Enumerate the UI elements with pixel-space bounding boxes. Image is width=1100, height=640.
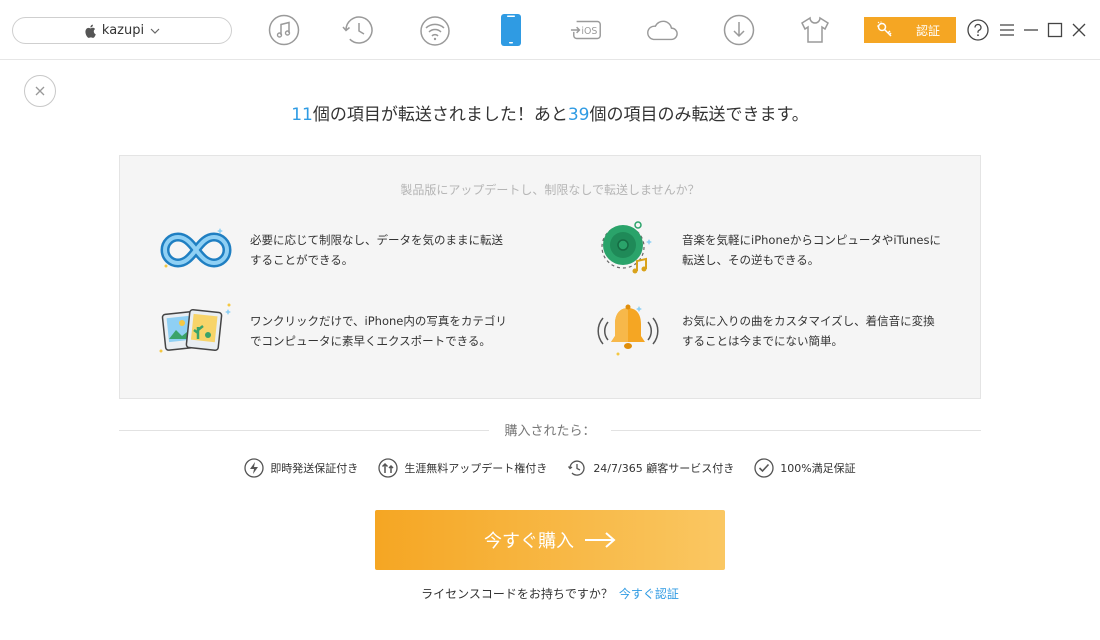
svg-text:iOS: iOS xyxy=(581,26,597,37)
feature-panel: 製品版にアップデートし、制限なしで転送しませんか？ 必要に応じて制限なし、データ… xyxy=(119,155,981,399)
transferred-count: 11 xyxy=(291,105,313,125)
apple-icon xyxy=(85,24,96,38)
device-selector[interactable]: kazupi xyxy=(12,17,232,44)
feature-unlimited-transfer: 必要に応じて制限なし、データを気のままに転送することができる。 xyxy=(158,220,512,280)
minimize-icon[interactable] xyxy=(1020,18,1042,42)
history-icon[interactable] xyxy=(341,12,375,48)
benefit-text: 24/7/365 顧客サービス付き xyxy=(593,462,735,475)
infinity-icon xyxy=(158,220,234,280)
benefit-text: 100%満足保証 xyxy=(780,462,856,475)
feature-text: 必要に応じて制限なし、データを気のままに転送することができる。 xyxy=(250,233,503,267)
checkmark-icon xyxy=(754,458,774,478)
feature-text: 音楽を気軽にiPhoneからコンピュータやiTunesに転送し、その逆もできる。 xyxy=(682,233,941,267)
buy-now-label: 今すぐ購入 xyxy=(484,531,574,552)
clock-icon xyxy=(568,460,585,476)
arrow-right-icon xyxy=(585,532,616,548)
benefit-list: 即時発送保証付き 生涯無料アップデート権付き 24/7/365 顧客サービス付き… xyxy=(0,458,1100,478)
benefit-item: 生涯無料アップデート権付き xyxy=(378,458,547,478)
benefit-item: 100%満足保証 xyxy=(754,458,856,478)
activate-label: 認証 xyxy=(916,23,941,38)
benefit-text: 生涯無料アップデート権付き xyxy=(404,462,548,475)
ringtone-bell-icon xyxy=(590,301,666,361)
update-arrows-icon xyxy=(378,458,398,478)
benefit-item: 24/7/365 顧客サービス付き xyxy=(567,458,734,478)
menu-icon[interactable] xyxy=(996,18,1018,42)
benefit-text: 即時発送保証付き xyxy=(270,462,359,475)
close-icon xyxy=(35,86,45,96)
headline-part2: 個の項目のみ転送できます。 xyxy=(589,105,809,125)
divider-line-right xyxy=(611,430,981,431)
purchase-divider: 購入されたら： xyxy=(119,420,981,440)
feature-ringtone-maker: お気に入りの曲をカスタマイズし、着信音に変換することは今までにない簡単。 xyxy=(590,301,944,361)
lightning-icon xyxy=(244,458,264,478)
wifi-icon[interactable] xyxy=(418,12,452,48)
music-disc-icon xyxy=(590,220,666,280)
headline-part1: 個の項目が転送されました！あと xyxy=(312,105,568,125)
panel-subtitle: 製品版にアップデートし、制限なしで転送しませんか？ xyxy=(400,183,700,197)
benefit-item: 即時発送保証付き xyxy=(244,458,358,478)
activate-now-link[interactable]: 今すぐ認証 xyxy=(619,587,679,601)
device-name: kazupi xyxy=(101,23,145,38)
photos-icon xyxy=(158,301,234,361)
feature-text: ワンクリックだけで、iPhone内の写真をカテゴリでコンピュータに素早くエクスポ… xyxy=(250,314,507,348)
transfer-limit-headline: 11個の項目が転送されました！あと39個の項目のみ転送できます。 xyxy=(0,100,1100,125)
top-toolbar: kazupi iOS 認証 xyxy=(0,0,1100,60)
iphone-icon[interactable] xyxy=(494,12,528,48)
close-icon[interactable] xyxy=(1068,18,1090,42)
feature-photo-export: ワンクリックだけで、iPhone内の写真をカテゴリでコンピュータに素早くエクスポ… xyxy=(158,301,512,361)
chevron-down-icon xyxy=(150,28,160,34)
activate-button[interactable]: 認証 xyxy=(864,17,956,43)
cloud-icon[interactable] xyxy=(645,12,679,48)
download-icon[interactable] xyxy=(722,12,756,48)
help-icon[interactable] xyxy=(967,18,989,42)
tshirt-icon[interactable] xyxy=(798,12,832,48)
ios-update-icon[interactable]: iOS xyxy=(570,12,604,48)
feature-music-transfer: 音楽を気軽にiPhoneからコンピュータやiTunesに転送し、その逆もできる。 xyxy=(590,220,944,280)
key-icon xyxy=(877,21,892,37)
remaining-count: 39 xyxy=(567,105,590,125)
maximize-icon[interactable] xyxy=(1044,18,1066,42)
buy-now-button[interactable]: 今すぐ購入 xyxy=(375,510,725,570)
license-row: ライセンスコードをお持ちですか？ 今すぐ認証 xyxy=(0,585,1100,602)
music-icon[interactable] xyxy=(267,12,301,48)
feature-text: お気に入りの曲をカスタマイズし、着信音に変換することは今までにない簡単。 xyxy=(682,314,935,348)
license-question: ライセンスコードをお持ちですか？ xyxy=(421,587,613,601)
